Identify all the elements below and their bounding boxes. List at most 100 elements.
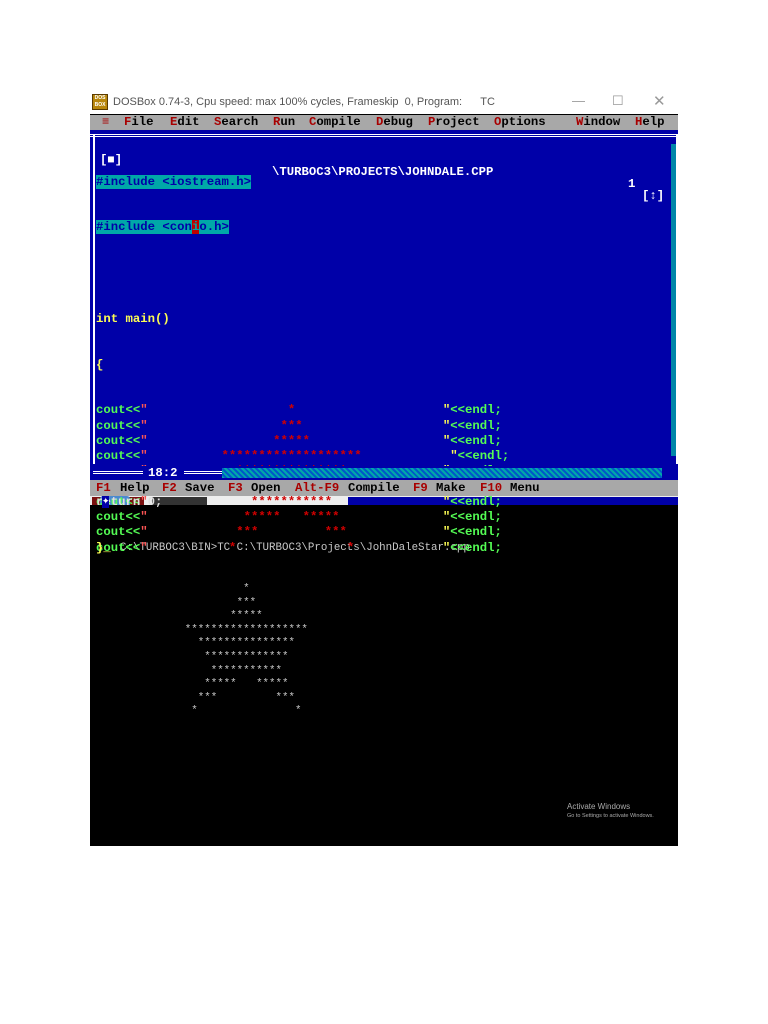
close-button[interactable]: ✕ xyxy=(653,92,666,110)
string-quote: " xyxy=(140,433,148,448)
string-quote: " xyxy=(140,510,148,524)
output-star-row: ***** ***** xyxy=(120,678,380,691)
cout-keyword: cout<< xyxy=(96,403,141,418)
output-star-row: *** xyxy=(120,596,380,609)
endl-suffix: <<endl; xyxy=(450,494,502,509)
output-star-row: *************** xyxy=(120,637,380,650)
hotkey-f3[interactable]: F3 xyxy=(228,480,243,496)
help-bar: F1 Help F2 Save F3 Open Alt-F9 Compile F… xyxy=(90,480,678,496)
star-string: *********** xyxy=(147,494,443,509)
menu-label: ebug xyxy=(383,115,413,129)
menu-label: ompile xyxy=(316,115,361,129)
cout-line: cout<<" ***** "<<endl; xyxy=(96,434,509,449)
window-number: 1 xyxy=(628,177,636,191)
watermark-subtitle: Go to Settings to activate Windows. xyxy=(567,813,654,819)
dosbox-window: DOS BOX DOSBox 0.74-3, Cpu speed: max 100… xyxy=(90,90,678,846)
title-bar: DOS BOX DOSBox 0.74-3, Cpu speed: max 100… xyxy=(90,90,678,114)
code-text: #include <con xyxy=(96,220,192,235)
hotkey-label-help[interactable]: Help xyxy=(120,480,150,496)
star-string: ***** xyxy=(147,433,443,448)
endl-suffix: <<endl; xyxy=(457,449,510,463)
output-star-row: *********** xyxy=(120,664,380,677)
cout-line: cout<<" * * "<<endl; xyxy=(96,541,509,556)
vertical-scrollbar[interactable] xyxy=(671,144,676,456)
dosbox-app-icon: DOS BOX xyxy=(92,94,108,110)
endl-suffix: <<endl; xyxy=(450,418,502,433)
string-quote: " xyxy=(450,449,458,463)
endl-suffix: <<endl; xyxy=(450,510,502,524)
editor-window: [■] \TURBOC3\PROJECTS\JOHNDALE.CPP 1 [↕]… xyxy=(90,130,678,555)
menu-search[interactable]: Search xyxy=(214,115,258,130)
output-star-row: ************* xyxy=(120,650,380,663)
string-quote: " xyxy=(140,540,148,555)
menu-label: ile xyxy=(131,115,154,129)
code-area[interactable]: #include <iostream.h> #include <conio.h>… xyxy=(96,144,509,586)
star-string: *** *** xyxy=(147,525,443,540)
string-quote: " xyxy=(140,449,148,463)
cout-line: cout<<" * "<<endl; xyxy=(96,403,509,418)
activate-windows-watermark: Activate Windows Go to Settings to activ… xyxy=(567,802,654,819)
hotkey-label-save[interactable]: Save xyxy=(185,480,215,496)
cout-keyword: cout<< xyxy=(96,418,141,433)
endl-suffix: <<endl; xyxy=(450,433,502,448)
cursor-position: 18:2 xyxy=(144,466,182,480)
menu-label: indow xyxy=(583,115,621,129)
endl-suffix: <<endl; xyxy=(450,540,502,555)
cout-keyword: cout<< xyxy=(96,449,141,463)
code-line: int main() xyxy=(96,311,170,326)
menu-file[interactable]: File xyxy=(124,115,154,130)
output-star-row: ******************* xyxy=(120,623,386,636)
menu-label: roject xyxy=(435,115,480,129)
hotkey-f1[interactable]: F1 xyxy=(96,480,111,496)
star-code-lines: cout<<" * "<<endl; cout<<" *** "<<endl; co… xyxy=(96,403,509,554)
minimize-button[interactable]: — xyxy=(572,93,585,108)
cout-line: cout<<" ***** ***** "<<endl; xyxy=(96,510,509,525)
hotkey-label-compile[interactable]: Compile xyxy=(348,480,400,496)
hotkey-f10[interactable]: F10 xyxy=(480,480,502,496)
code-line: { xyxy=(96,357,104,372)
output-star-row: ***** xyxy=(120,610,380,623)
menu-run[interactable]: Run xyxy=(273,115,295,130)
hotkey-alt-f9[interactable]: Alt-F9 xyxy=(295,480,339,496)
menu-project[interactable]: Project xyxy=(428,115,480,130)
output-star-row: *** *** xyxy=(120,691,380,704)
menu-label: un xyxy=(280,115,296,129)
cout-line: cout<<" *** "<<endl; xyxy=(96,419,509,434)
menu-label: ptions xyxy=(501,115,546,129)
horizontal-scrollbar[interactable] xyxy=(222,468,662,478)
hotkey-label-make[interactable]: Make xyxy=(436,480,466,496)
menu-label: dit xyxy=(177,115,200,129)
code-line: #include <iostream.h> xyxy=(96,174,251,189)
string-quote: " xyxy=(140,403,148,418)
system-menu[interactable]: ≡ xyxy=(102,115,109,130)
cout-line: cout<<" ******************* "<<endl; xyxy=(96,449,509,464)
hotkey-label-open[interactable]: Open xyxy=(251,480,281,496)
string-quote: " xyxy=(140,418,148,433)
star-string: * xyxy=(147,403,443,418)
menu-edit[interactable]: Edit xyxy=(170,115,200,130)
cout-keyword: cout<< xyxy=(96,433,141,448)
endl-suffix: <<endl; xyxy=(450,403,502,418)
zoom-box[interactable]: [↕] xyxy=(642,190,665,202)
watermark-title: Activate Windows xyxy=(567,802,631,811)
menu-debug[interactable]: Debug xyxy=(376,115,413,130)
hotkey-f9[interactable]: F9 xyxy=(413,480,428,496)
window-title: DOSBox 0.74-3, Cpu speed: max 100% cycle… xyxy=(113,96,495,108)
star-string: ******************* xyxy=(147,449,451,463)
menu-label: earch xyxy=(221,115,259,129)
menu-options[interactable]: Options xyxy=(494,115,546,130)
editor-title-frame: [■] \TURBOC3\PROJECTS\JOHNDALE.CPP 1 [↕] xyxy=(90,130,678,202)
star-string: ***** ***** xyxy=(147,510,443,524)
menu-bar: ≡ File Edit Search Run Compile Debug Pro… xyxy=(90,115,678,130)
hotkey-f2[interactable]: F2 xyxy=(162,480,177,496)
menu-window[interactable]: Window xyxy=(576,115,620,130)
endl-suffix: <<endl; xyxy=(450,525,502,540)
menu-compile[interactable]: Compile xyxy=(309,115,361,130)
maximize-button[interactable]: ☐ xyxy=(612,93,624,109)
hotkey-label-menu[interactable]: Menu xyxy=(510,480,540,496)
cout-line: cout<<" *** *** "<<endl; xyxy=(96,525,509,540)
code-text: o.h> xyxy=(199,220,229,235)
string-quote: " xyxy=(140,525,148,540)
menu-help[interactable]: Help xyxy=(635,115,665,130)
menu-label: elp xyxy=(642,115,665,129)
